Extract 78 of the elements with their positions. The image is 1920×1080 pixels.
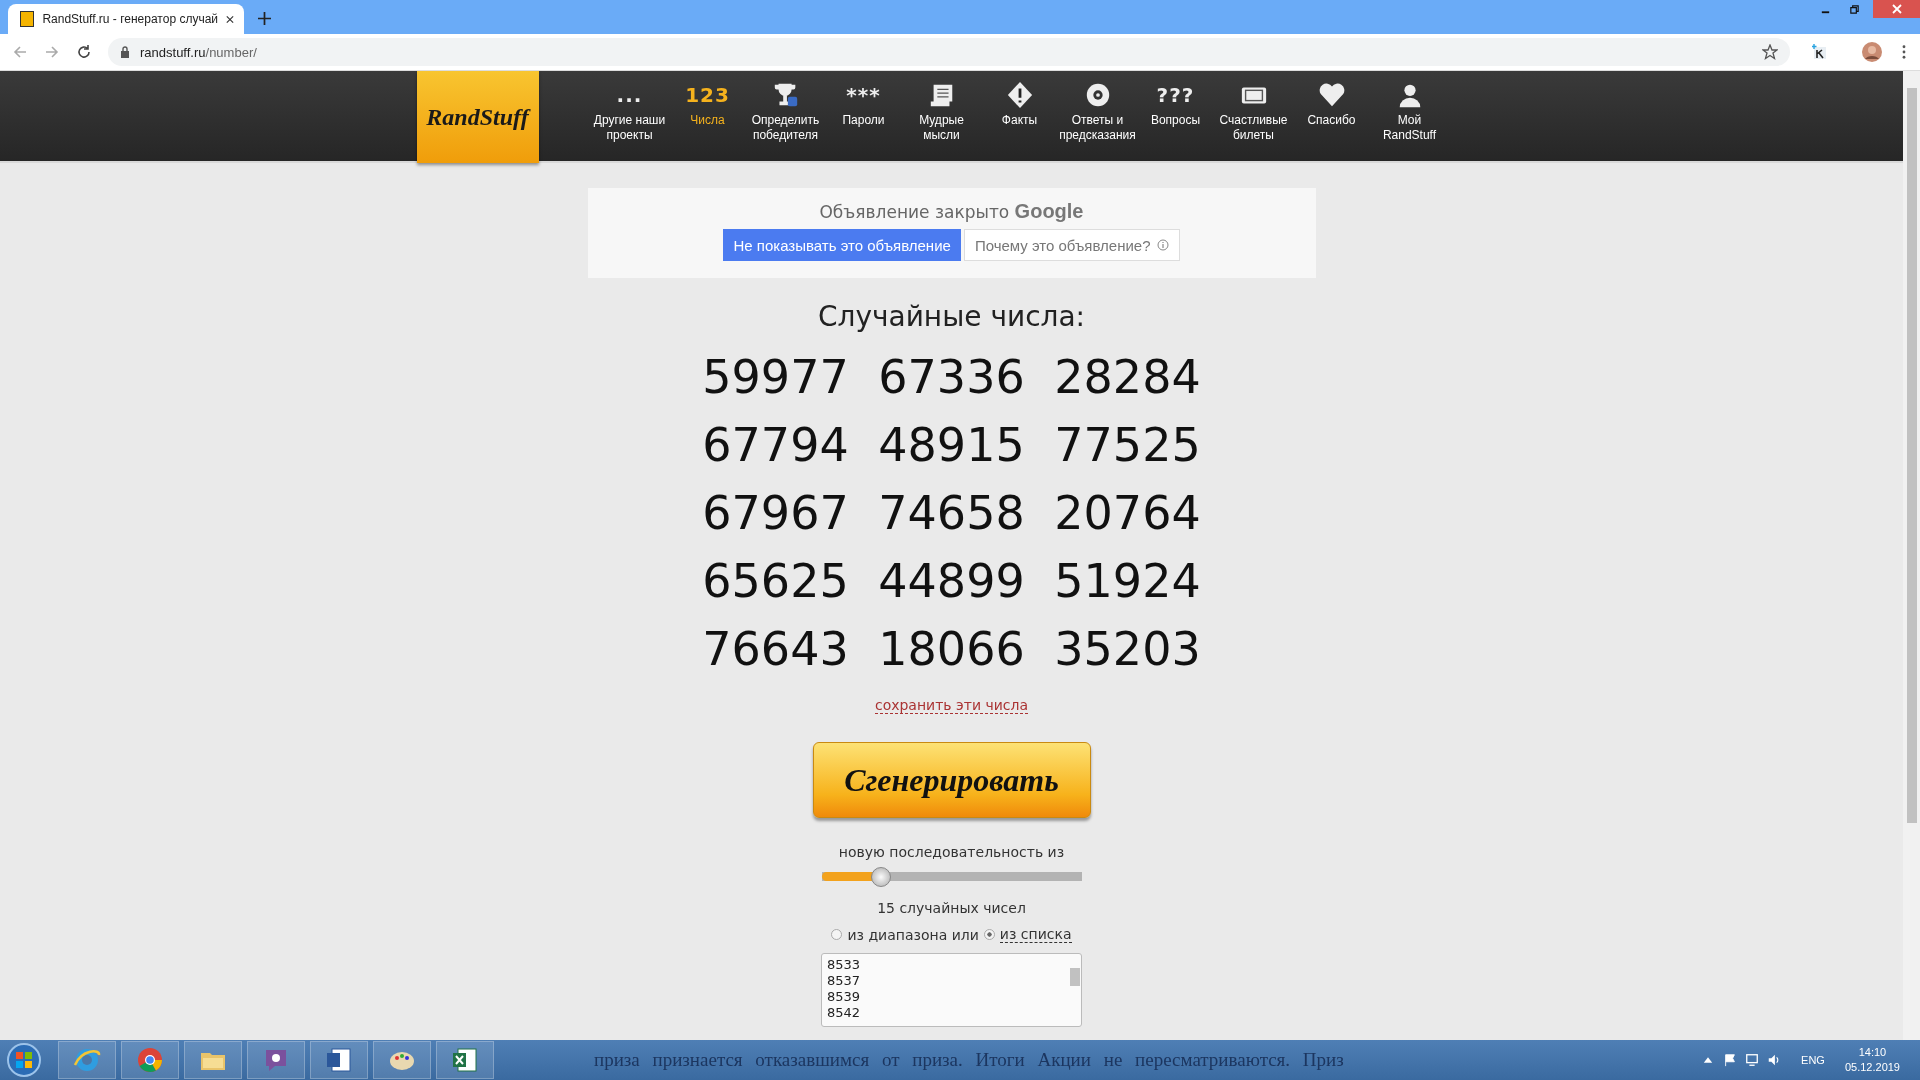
nav-item[interactable]: Ответы и предсказания <box>1058 71 1137 161</box>
hide-ad-button[interactable]: Не показывать это объявление <box>723 229 961 261</box>
slider-thumb[interactable] <box>871 867 892 887</box>
values-list-field[interactable]: 8533 8537 8539 8542 <box>821 953 1082 1027</box>
random-number: 35203 <box>1054 621 1201 678</box>
random-number: 48915 <box>878 417 1025 474</box>
slider-reading: 15 случайных чисел <box>877 900 1026 916</box>
info-icon <box>1156 239 1169 251</box>
address-field[interactable]: randstuff.ru/number/ <box>108 38 1790 66</box>
site-logo[interactable]: RandStuff <box>416 71 539 163</box>
phone-bubble-icon[interactable] <box>247 1041 305 1079</box>
extension-icon[interactable] <box>1812 44 1828 60</box>
random-number: 67967 <box>702 485 849 542</box>
browser-tab[interactable]: RandStuff.ru - генератор случай <box>8 4 244 34</box>
close-window-button[interactable] <box>1873 0 1920 18</box>
random-number: 51924 <box>1054 553 1201 610</box>
avatar-icon[interactable] <box>1862 42 1882 62</box>
radio-label: из диапазона или <box>847 926 979 943</box>
nav-item[interactable]: 123 Числа <box>668 71 747 161</box>
random-number: 44899 <box>878 553 1025 610</box>
random-number: 76643 <box>702 621 849 678</box>
why-ad-button[interactable]: Почему это объявление? <box>963 229 1180 261</box>
spreadsheet-icon[interactable] <box>436 1041 494 1079</box>
favicon-icon <box>20 11 35 27</box>
close-icon[interactable] <box>226 14 234 24</box>
random-number: 59977 <box>702 349 849 406</box>
random-number: 65625 <box>702 553 849 610</box>
clock-time: 14:10 <box>1858 1045 1887 1060</box>
warning-diamond-icon <box>1005 81 1034 109</box>
nav-item[interactable]: ??? Вопросы <box>1136 71 1215 161</box>
nav-item[interactable]: ... Другие наши проекты <box>590 71 669 161</box>
source-link[interactable]: из списка <box>999 926 1072 943</box>
random-number: 67336 <box>878 349 1025 406</box>
random-number: 18066 <box>878 621 1025 678</box>
list-value: 8539 <box>827 989 862 1005</box>
page-scrollbar[interactable] <box>1903 71 1920 1040</box>
list-value: 8537 <box>827 973 862 989</box>
document-icon[interactable] <box>310 1041 368 1079</box>
save-numbers-link[interactable]: сохранить эти числа <box>874 697 1029 714</box>
star-icon[interactable] <box>1762 44 1778 60</box>
palette-icon[interactable] <box>373 1041 431 1079</box>
folder-icon[interactable] <box>184 1041 242 1079</box>
browser-e-icon[interactable] <box>58 1041 116 1079</box>
overlay-text: приза признается отказавшимся от приза. Итоги Акции не пересматриваются. Приз <box>594 1049 1344 1071</box>
lock-icon <box>120 46 130 58</box>
random-number: 67794 <box>702 417 849 474</box>
nav-item[interactable]: Мой RandStuff <box>1370 71 1449 161</box>
reload-icon[interactable] <box>76 44 92 60</box>
network-icon[interactable] <box>1745 1053 1760 1067</box>
brand-name: Google <box>1014 200 1084 222</box>
nav-item[interactable]: Мудрые мысли <box>902 71 981 161</box>
start-button[interactable] <box>6 1042 42 1078</box>
heart-icon <box>1317 81 1346 109</box>
ad-closed-text: Объявление закрыто <box>819 202 1010 222</box>
nav-item[interactable]: Спасибо <box>1292 71 1371 161</box>
nav-item[interactable]: Определить победителя <box>746 71 825 161</box>
list-value: 8533 <box>827 957 862 973</box>
flag-icon[interactable] <box>1723 1053 1738 1067</box>
random-number: 20764 <box>1054 485 1201 542</box>
slider-label: новую последовательность из <box>838 844 1065 860</box>
nav-item[interactable]: Счастливые билеты <box>1214 71 1293 161</box>
random-number: 74658 <box>878 485 1025 542</box>
tab-title: RandStuff.ru - генератор случай <box>42 12 219 26</box>
heading: Случайные числа: <box>817 300 1086 333</box>
nav-item[interactable]: Факты <box>980 71 1059 161</box>
clock-date: 05.12.2019 <box>1844 1060 1900 1075</box>
random-number: 28284 <box>1054 349 1201 406</box>
language-indicator[interactable]: ENG <box>1801 1054 1825 1066</box>
restore-icon[interactable] <box>1849 3 1860 15</box>
random-number: 77525 <box>1054 417 1201 474</box>
nav-item[interactable]: *** Пароли <box>824 71 903 161</box>
close-icon <box>1890 3 1903 15</box>
generate-button[interactable]: Сгенерировать <box>812 742 1091 818</box>
new-tab-icon[interactable] <box>258 12 271 25</box>
menu-icon[interactable] <box>1902 45 1906 59</box>
radio-button[interactable] <box>983 929 995 940</box>
radio-button[interactable] <box>831 929 843 940</box>
list-value: 8542 <box>827 1005 862 1021</box>
